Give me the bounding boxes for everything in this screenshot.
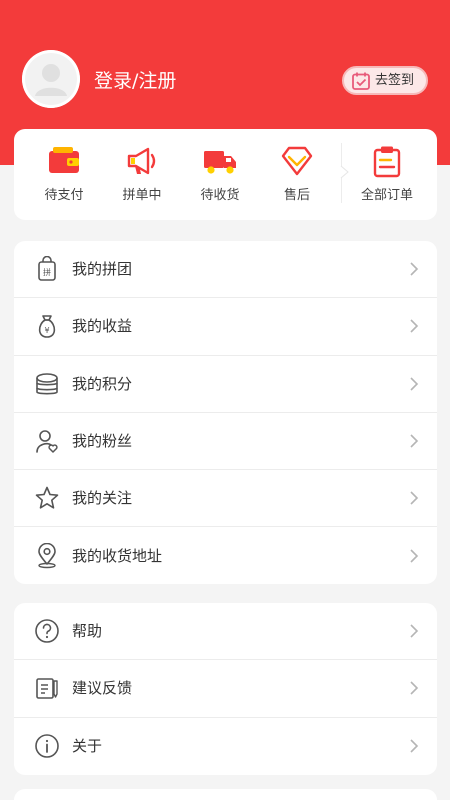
menu-item-my-group-buy[interactable]: 拼 我的拼团 [14, 241, 437, 299]
menu-card-support: 帮助 建议反馈 关于 [14, 603, 437, 775]
divider-arrow-icon [340, 165, 349, 179]
menu-item-my-address[interactable]: 我的收货地址 [14, 527, 437, 584]
menu-card-partial [14, 789, 437, 800]
menu-item-label: 关于 [72, 737, 103, 756]
chevron-right-icon [410, 739, 419, 753]
default-avatar-icon [22, 50, 80, 108]
svg-text:拼: 拼 [43, 267, 51, 277]
menu-item-about[interactable]: 关于 [14, 718, 437, 775]
menu-item-label: 我的收货地址 [72, 547, 163, 566]
menu-card-account: 拼 我的拼团 ¥ 我的收益 我的积分 我的粉丝 我的关注 我的收货地址 [14, 241, 437, 584]
order-group-buying[interactable]: 拼单中 [110, 143, 174, 204]
chevron-right-icon [410, 624, 419, 638]
chevron-right-icon [410, 491, 419, 505]
star-icon [35, 487, 59, 509]
chevron-right-icon [410, 681, 419, 696]
order-item-label: 全部订单 [360, 188, 413, 203]
wallet-icon [49, 147, 79, 173]
menu-item-label: 我的积分 [72, 374, 133, 393]
chevron-right-icon [410, 377, 419, 391]
order-after-sales[interactable]: 售后 [265, 143, 329, 204]
menu-item-my-fans[interactable]: 我的粉丝 [14, 413, 437, 471]
checkin-label: 去签到 [375, 72, 415, 88]
user-heart-icon [36, 430, 58, 453]
order-all-orders[interactable]: 全部订单 [355, 143, 419, 204]
help-circle-icon [35, 619, 59, 643]
login-register-link[interactable]: 登录/注册 [94, 69, 176, 93]
calendar-check-icon [352, 72, 370, 90]
checkin-button[interactable]: 去签到 [342, 66, 428, 95]
chevron-right-icon [410, 549, 419, 563]
menu-item-my-follows[interactable]: 我的关注 [14, 470, 437, 528]
menu-item-feedback[interactable]: 建议反馈 [14, 660, 437, 718]
menu-item-label: 我的粉丝 [72, 432, 133, 451]
order-pending-payment[interactable]: 待支付 [32, 143, 96, 204]
megaphone-icon [127, 147, 156, 175]
clipboard-icon [373, 146, 401, 178]
chevron-right-icon [410, 262, 419, 276]
orders-card: 待支付 拼单中 待收货 售后 全部订单 [14, 129, 437, 220]
order-item-label: 拼单中 [122, 188, 162, 203]
order-item-label: 售后 [283, 188, 310, 203]
menu-item-label: 我的收益 [72, 317, 133, 336]
diamond-icon [281, 146, 313, 176]
menu-item-label: 建议反馈 [72, 679, 133, 698]
chevron-right-icon [410, 319, 419, 334]
order-pending-receipt[interactable]: 待收货 [188, 143, 252, 204]
group-buy-bag-icon: 拼 [38, 256, 56, 281]
location-pin-icon [38, 543, 56, 569]
delivery-truck-icon [204, 151, 236, 174]
feedback-icon [36, 678, 58, 700]
menu-item-help[interactable]: 帮助 [14, 603, 437, 661]
info-circle-icon [35, 734, 59, 759]
chevron-right-icon [410, 434, 419, 448]
avatar[interactable] [22, 50, 80, 108]
menu-item-my-earnings[interactable]: ¥ 我的收益 [14, 298, 437, 356]
menu-item-label: 帮助 [72, 622, 103, 641]
svg-text:¥: ¥ [44, 326, 49, 335]
menu-item-my-points[interactable]: 我的积分 [14, 356, 437, 413]
menu-item-label: 我的拼团 [72, 260, 133, 279]
money-bag-icon: ¥ [38, 315, 56, 339]
order-item-label: 待支付 [44, 188, 84, 203]
menu-item-label: 我的关注 [72, 489, 133, 508]
order-item-label: 待收货 [200, 188, 240, 203]
coins-stack-icon [36, 372, 58, 395]
